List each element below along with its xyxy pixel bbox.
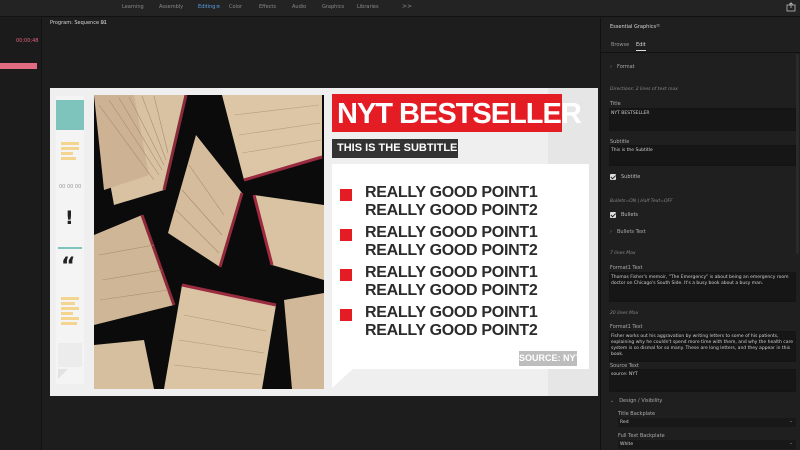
title-backplate[interactable]: NYT BESTSELLER [332, 94, 582, 132]
text-lines-icon [61, 142, 79, 162]
more-workspaces-icon[interactable]: >> [402, 3, 412, 10]
teal-divider [58, 247, 82, 249]
workspace-tab-audio[interactable]: Audio [292, 4, 306, 10]
program-menu-icon[interactable]: ≡ [100, 19, 105, 26]
bullets-checkbox-label: Bullets [621, 212, 639, 218]
workspace-tab-libraries[interactable]: Libraries [357, 4, 379, 10]
lines-max-note-2: 20 lines Max [610, 311, 639, 316]
text-lines-icon-2 [61, 297, 79, 327]
bullet-text: REALLY GOOD POINT1 REALLY GOOD POINT2 [365, 224, 538, 259]
workspace-bar: Learning Assembly Editing ≡ Color Effect… [0, 0, 800, 17]
full-text-backplate-label: Full Text Backplate [618, 433, 665, 439]
bullet-square-icon [340, 309, 352, 321]
subtitle-checkbox[interactable] [610, 174, 616, 180]
bullet-text: REALLY GOOD POINT1 REALLY GOOD POINT2 [365, 184, 538, 219]
teal-block [56, 100, 84, 130]
format1-text-label: Format1 Text [610, 265, 643, 271]
timeline-playhead-bar[interactable] [0, 63, 37, 69]
format1-text-field[interactable]: Thomas Fisher's memoir, "The Emergency" … [609, 272, 796, 302]
bullets-text-section-toggle[interactable]: › Bullets Text [610, 229, 646, 235]
title-text-field[interactable]: NYT BESTSELLER [609, 108, 796, 131]
chevron-right-icon: › [610, 229, 612, 235]
program-monitor-title[interactable]: Program: Sequence 01 [50, 20, 107, 26]
subtitle-text-field[interactable]: This is the Subtitle [609, 145, 796, 166]
title-backplate-label: Title Backplate [618, 411, 656, 417]
format1-text-field-2[interactable]: Fisher works out his aggravation by writ… [609, 331, 796, 362]
speech-tail-icon [58, 369, 68, 379]
workspace-tab-color[interactable]: Color [229, 4, 242, 10]
source-text-field[interactable]: source: NYT [609, 369, 796, 392]
bullet-square-icon [340, 229, 352, 241]
select-value: Red [620, 420, 629, 425]
chevron-down-icon: ⌄ [789, 419, 793, 424]
format-section-toggle[interactable]: › Format [610, 64, 635, 70]
timeline-panel: 00;00;48 [0, 18, 42, 450]
section-label: Format [617, 64, 635, 70]
panel-title[interactable]: Essential Graphics [610, 24, 656, 30]
tab-browse[interactable]: Browse [611, 42, 629, 48]
bullet-text: REALLY GOOD POINT1 REALLY GOOD POINT2 [365, 304, 538, 339]
format1-text-label-2: Format1 Text [610, 324, 643, 330]
panel-menu-icon[interactable]: ≡ [656, 23, 660, 29]
title-backplate-select[interactable]: Red ⌄ [618, 418, 796, 427]
source-tag[interactable]: SOURCE: NYT [519, 351, 581, 366]
tab-edit[interactable]: Edit [636, 42, 646, 51]
select-value: White [620, 442, 634, 447]
lines-max-note: 7 lines Max [610, 251, 636, 256]
essential-graphics-panel: Essential Graphics ≡ Browse Edit › Format… [600, 18, 800, 450]
subtitle-backplate[interactable]: THIS IS THE SUBTITLE [332, 139, 458, 158]
panel-divider [601, 52, 800, 53]
subtitle-checkbox-label: Subtitle [621, 174, 641, 180]
bullet-text: REALLY GOOD POINT1 REALLY GOOD POINT2 [365, 264, 538, 299]
chevron-down-icon: ⌄ [610, 398, 615, 404]
timecode-display[interactable]: 00;00;48 [16, 38, 38, 44]
bullet-square-icon [340, 189, 352, 201]
title-label: Title [610, 101, 621, 107]
template-thumbnail-strip: 00 00 00 ! “ [56, 96, 84, 384]
chevron-right-icon: › [610, 64, 612, 70]
full-text-backplate-select[interactable]: White ⌄ [618, 440, 796, 449]
dots-label: 00 00 00 [59, 184, 82, 190]
workspace-tab-menu-icon[interactable]: ≡ [216, 4, 220, 10]
card-tail-icon [332, 368, 354, 388]
exclamation-icon: ! [65, 207, 74, 229]
workspace-tab-learning[interactable]: Learning [122, 4, 144, 10]
workspace-tab-editing[interactable]: Editing [198, 4, 215, 10]
section-label: Design / Visibility [619, 398, 663, 404]
placeholder-block [58, 343, 82, 367]
chevron-down-icon: ⌄ [789, 441, 793, 446]
bullets-hint: Bullets=ON | Half Text=OFF [610, 199, 673, 204]
workspace-tab-effects[interactable]: Effects [259, 4, 276, 10]
bullets-checkbox[interactable] [610, 212, 616, 218]
panel-scrollbar[interactable] [796, 54, 799, 254]
design-visibility-section-toggle[interactable]: ⌄ Design / Visibility [610, 398, 662, 404]
workspace-tab-assembly[interactable]: Assembly [159, 4, 183, 10]
workspace-tab-graphics[interactable]: Graphics [322, 4, 344, 10]
bullet-square-icon [340, 269, 352, 281]
books-photo [94, 95, 324, 389]
quote-icon: “ [61, 254, 76, 279]
export-icon[interactable] [786, 2, 796, 12]
section-label: Bullets Text [617, 229, 646, 235]
directions-note: Directions: 2 lines of text max [610, 87, 678, 92]
